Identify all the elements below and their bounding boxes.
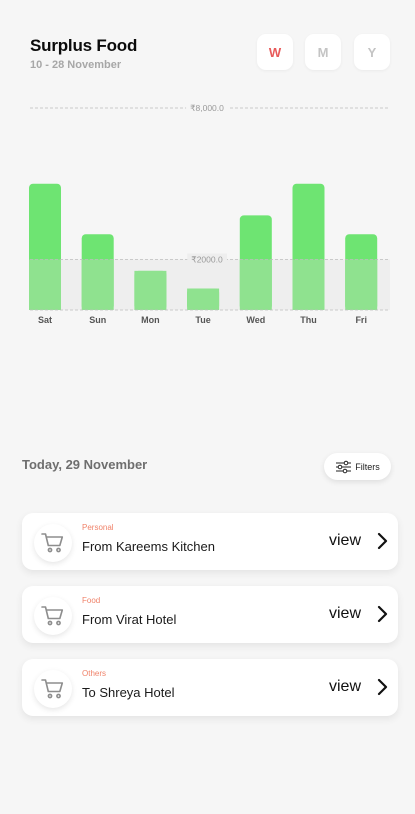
x-tick-label: Thu [300,315,317,325]
reference-label: ₹2000.0 [191,255,223,265]
section-date-heading: Today, 29 November [22,457,148,472]
x-tick-label: Mon [141,315,160,325]
card-title: To Shreya Hotel [82,685,175,700]
reference-label: ₹8,000.0 [190,103,224,113]
activity-card[interactable]: Food From Virat Hotel view [22,586,398,643]
view-link[interactable]: view [329,532,361,550]
activity-card[interactable]: Others To Shreya Hotel view [22,659,398,716]
card-title: From Kareems Kitchen [82,539,215,554]
range-week-button[interactable]: W [257,34,293,70]
card-title: From Virat Hotel [82,612,177,627]
bar-lower-fri [345,259,378,310]
range-month-button[interactable]: M [305,34,341,70]
bar-lower-thu [292,259,325,310]
chevron-right-icon[interactable] [376,532,388,550]
chevron-right-icon[interactable] [376,678,388,696]
bar-lower-sat [29,259,61,310]
date-range: 10 - 28 November [30,59,122,71]
card-category: Others [82,669,107,678]
view-link[interactable]: view [329,605,361,623]
x-tick-label: Sun [89,315,106,325]
x-tick-label: Wed [246,315,265,325]
cart-icon [34,670,72,708]
filters-label: Filters [355,461,380,472]
bar-lower-tue [187,288,220,310]
chevron-right-icon[interactable] [376,605,388,623]
bar-lower-mon [134,270,167,310]
x-tick-label: Fri [355,315,367,325]
card-category: Food [82,596,101,605]
card-category: Personal [82,523,114,532]
bar-lower-sun [81,259,114,310]
page-title: Surplus Food [30,36,138,55]
activity-card[interactable]: Personal From Kareems Kitchen view [22,513,398,570]
x-tick-label: Tue [195,315,210,325]
cart-icon [34,597,72,635]
view-link[interactable]: view [329,678,361,696]
filter-sliders-icon [336,460,352,473]
x-tick-label: Sat [38,315,52,325]
surplus-bar-chart: ₹8,000.0 ₹2000.0 Sat Sun Mon Tue Wed Thu Fri [0,95,415,335]
header: Surplus Food 10 - 28 November [30,36,137,71]
range-year-button[interactable]: Y [354,34,390,70]
cart-icon [34,524,72,562]
bar-lower-wed [239,259,272,310]
filters-button[interactable]: Filters [324,453,391,480]
